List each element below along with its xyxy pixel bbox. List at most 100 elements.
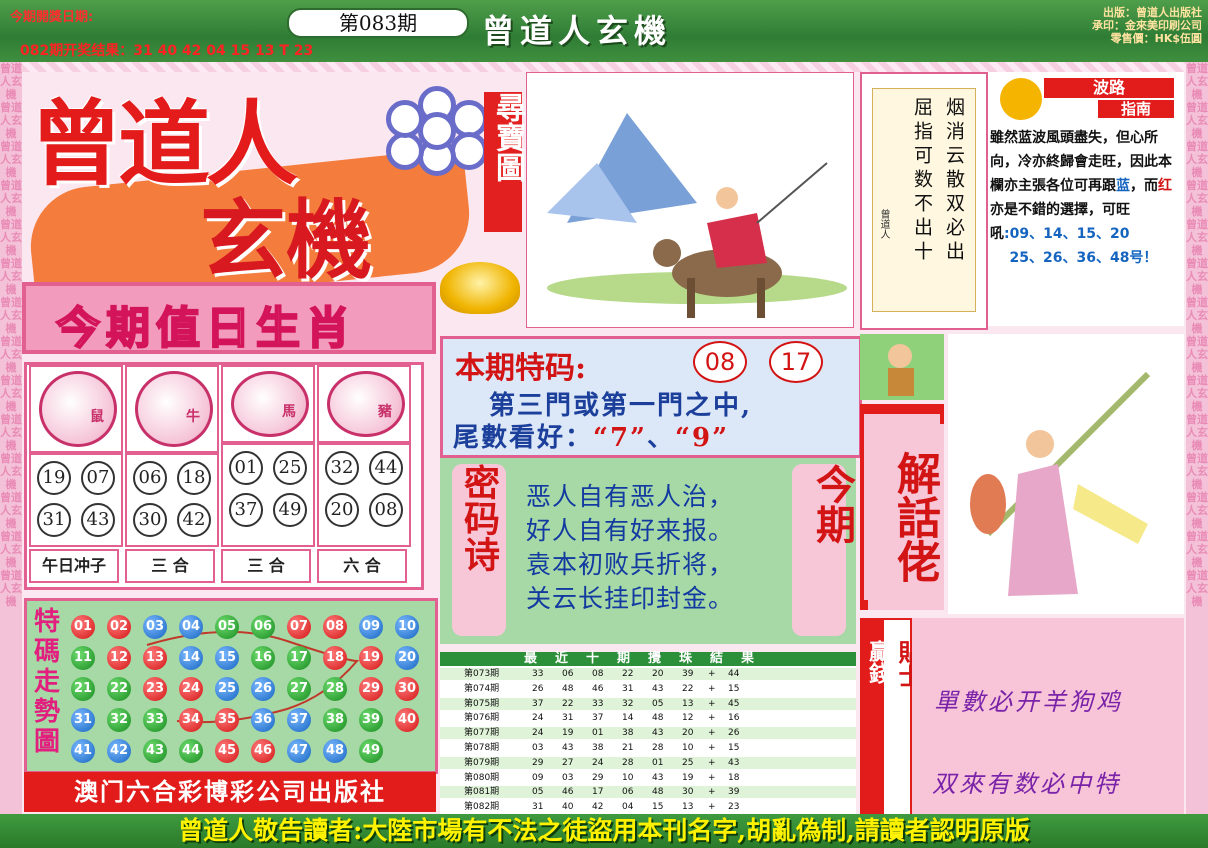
side-pattern-text: 曾道人玄機	[1186, 452, 1208, 491]
wave-text-b: ，而	[1130, 178, 1158, 194]
side-pattern-text: 曾道人玄機	[0, 452, 22, 491]
results-cell: 43	[652, 772, 664, 783]
header-title: 曾道人玄機	[482, 12, 673, 50]
results-cell: 45	[728, 698, 740, 709]
gold-ingot-icon	[440, 262, 520, 314]
results-row: 第080期 09 03 29 10 43 19 +18	[440, 771, 856, 784]
trend-ball: 31	[71, 708, 95, 732]
zodiac-grid: 鼠 19 07 31 43 午日冲子 牛 06 18 30 42 三 合 馬 01 25 37 49 三 合 豬 32…	[24, 362, 424, 590]
results-cell: 48	[652, 787, 664, 798]
publisher-banner: 澳门六合彩博彩公司出版社	[24, 772, 436, 812]
left-side-pattern: 曾道人玄機 曾道人玄機 曾道人玄機 曾道人玄機 曾道人玄機 曾道人玄機 曾道人玄機 曾道人玄機…	[0, 62, 22, 822]
wave-numbers-1: :09、14、15、20	[1004, 226, 1130, 242]
side-pattern-text: 曾道人玄機	[1186, 569, 1208, 608]
results-row: 第079期 29 27 24 28 01 25 +43	[440, 756, 856, 769]
results-cell: 第075期	[464, 698, 500, 709]
zodiac-number: 31	[37, 503, 71, 537]
this-issue-label: 今期	[792, 464, 856, 636]
trend-ball: 10	[395, 615, 419, 639]
results-cell: 30	[682, 787, 694, 798]
trend-ball: 33	[143, 708, 167, 732]
horse-icon: 馬	[231, 371, 309, 437]
verse-box: 烟消云散双必出 屈指可数不出十 曾道人	[860, 72, 988, 330]
right-side-pattern: 曾道人玄機 曾道人玄機 曾道人玄機 曾道人玄機 曾道人玄機 曾道人玄機 曾道人玄機 曾道人玄機…	[1186, 62, 1208, 822]
special-code-title: 本期特码:	[455, 351, 587, 386]
trend-ball: 37	[287, 708, 311, 732]
trend-ball: 44	[179, 739, 203, 763]
side-pattern-text: 曾道人玄機	[1186, 296, 1208, 335]
wave-guide: 波路 指南 雖然蓝波風頭盡失，但心所向，冷亦終歸會走旺，因此本欄亦主張各位可再跟…	[988, 72, 1184, 326]
results-cell: +	[708, 698, 716, 709]
interpreter-label-text: 解話佬	[868, 424, 944, 610]
results-cell: +	[708, 757, 716, 768]
tail-digit-1: “7”	[593, 423, 648, 453]
special-number-2: 17	[769, 341, 823, 383]
side-pattern-text: 曾道人玄機	[0, 491, 22, 530]
results-cell: 第074期	[464, 683, 500, 694]
zodiac-number: 37	[229, 493, 263, 527]
side-pattern-text: 曾道人玄機	[1186, 374, 1208, 413]
side-pattern-text: 曾道人玄機	[1186, 335, 1208, 374]
results-cell: 04	[622, 802, 634, 813]
zodiac-number: 06	[133, 461, 167, 495]
results-row: 第074期 26 48 46 31 43 22 +15	[440, 682, 856, 695]
wave-guide-text: 雖然蓝波風頭盡失，但心所向，冷亦終歸會走旺，因此本欄亦主張各位可再跟蓝，而红亦是…	[990, 126, 1182, 270]
zodiac-number: 01	[229, 451, 263, 485]
interpreter-label: 解話佬	[864, 414, 944, 610]
results-row: 第073期 33 06 08 22 20 39 +44	[440, 668, 856, 680]
side-pattern-text: 曾道人玄機	[1186, 413, 1208, 452]
trend-ball: 45	[215, 739, 239, 763]
trend-ball: 42	[107, 739, 131, 763]
results-cell: 38	[622, 728, 634, 739]
results-cell: 12	[682, 713, 694, 724]
results-cell: 28	[622, 757, 634, 768]
tips-label: 貼士	[886, 640, 923, 702]
trend-ball: 08	[323, 615, 347, 639]
lady-illustration	[948, 334, 1184, 614]
results-cell: 06	[562, 669, 574, 679]
results-cell: 44	[728, 669, 740, 679]
zodiac-number: 43	[81, 503, 115, 537]
results-cell: 20	[682, 728, 694, 739]
results-cell: 28	[652, 743, 664, 753]
results-cell: 37	[532, 698, 544, 709]
results-cell: 26	[532, 683, 544, 694]
results-cell: 24	[532, 713, 544, 724]
yin-yang-icon	[1000, 78, 1042, 120]
results-cell: 17	[592, 787, 604, 798]
poem-line: 关云长挂印封金。	[526, 584, 735, 613]
draw-date-label: 今期開獎日期:	[10, 10, 94, 25]
tips-box: 單數必开羊狗鸡 双來有数必中特	[912, 618, 1184, 814]
results-cell: 20	[652, 669, 664, 679]
trend-ball: 24	[179, 677, 203, 701]
side-pattern-text: 曾道人玄機	[1186, 218, 1208, 257]
tail-prefix: 尾數看好：	[453, 423, 594, 453]
zodiac-cell: 馬	[221, 365, 315, 443]
trend-chart: 特碼走勢圖 01 02 03 04 05 06 07 08 09 10 11 12 13 14 15 16 17…	[24, 598, 438, 774]
results-cell: 38	[592, 743, 604, 753]
side-pattern-text: 曾道人玄機	[1186, 491, 1208, 530]
results-cell: 10	[622, 772, 634, 783]
results-cell: 19	[682, 772, 694, 783]
results-cell: +	[708, 772, 716, 783]
results-cell: 24	[592, 757, 604, 768]
logo-title-line2: 玄機	[200, 190, 372, 291]
trend-ball: 19	[359, 646, 383, 670]
results-cell: 48	[562, 683, 574, 694]
side-pattern-text: 曾道人玄機	[0, 569, 22, 608]
trend-ball: 35	[215, 708, 239, 732]
side-pattern-text: 曾道人玄機	[0, 530, 22, 569]
side-pattern-text: 曾道人玄機	[1186, 101, 1208, 140]
results-cell: 09	[532, 772, 544, 783]
results-row: 第078期 03 43 38 21 28 10 +15	[440, 742, 856, 754]
trend-ball: 06	[251, 615, 275, 639]
zodiac-number: 49	[273, 493, 307, 527]
trend-ball: 04	[179, 615, 203, 639]
side-pattern-text: 曾道人玄機	[1186, 62, 1208, 101]
printer-line: 承印：金來美印刷公司	[1092, 19, 1202, 32]
zodiac-relation-label: 三 合	[221, 549, 311, 583]
trend-ball: 39	[359, 708, 383, 732]
zodiac-number: 07	[81, 461, 115, 495]
results-cell: 14	[622, 713, 634, 724]
results-cell: 39	[682, 669, 694, 679]
